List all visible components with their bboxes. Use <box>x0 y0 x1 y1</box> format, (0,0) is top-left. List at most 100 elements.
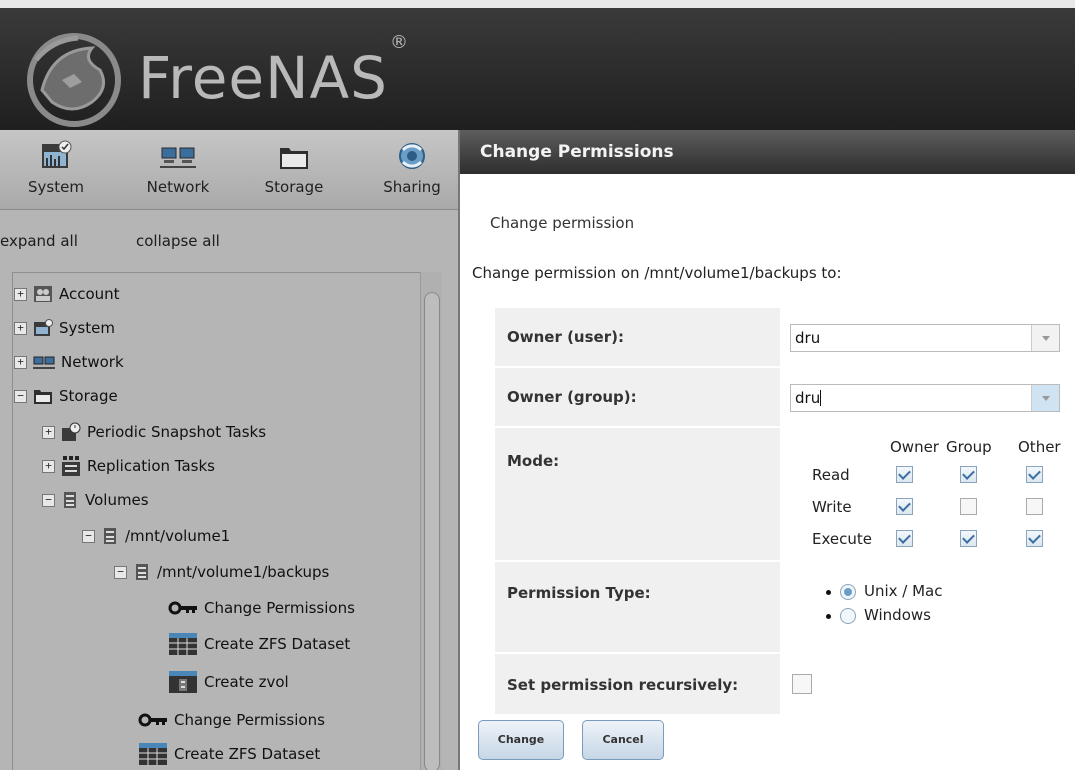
execute-other-checkbox[interactable] <box>1026 530 1043 547</box>
tree-item-label: /mnt/volume1 <box>125 527 231 545</box>
volume-icon <box>136 564 148 580</box>
unix-mac-label: Unix / Mac <box>864 582 943 600</box>
sharing-icon <box>399 143 425 169</box>
recursive-label: Set permission recursively: <box>507 676 739 694</box>
read-other-checkbox[interactable] <box>1026 466 1043 483</box>
tree-item-label: Account <box>59 285 120 303</box>
tree-item-volumes[interactable]: − Volumes <box>42 488 149 512</box>
tree-item-create-zfs-dataset-volume1[interactable]: Create ZFS Dataset <box>138 742 320 766</box>
tree-item-create-zfs-dataset[interactable]: Create ZFS Dataset <box>168 632 350 656</box>
toolbar-system-button[interactable]: System <box>6 140 106 196</box>
toolbar-storage-button[interactable]: Storage <box>244 140 344 196</box>
tree-item-label: Create ZFS Dataset <box>174 745 321 763</box>
expand-toggle[interactable]: + <box>42 459 55 473</box>
owner-group-label: Owner (group): <box>507 388 637 406</box>
tree-item-periodic-snapshot-tasks[interactable]: + Periodic Snapshot Tasks <box>42 420 266 444</box>
owner-user-row: Owner (user): <box>495 308 780 366</box>
snapshot-icon <box>62 422 81 441</box>
mode-col-other: Other <box>1018 438 1061 456</box>
tree-item-change-permissions[interactable]: Change Permissions <box>168 596 355 620</box>
execute-owner-checkbox[interactable] <box>896 530 913 547</box>
owner-group-value: dru <box>795 389 821 407</box>
collapse-toggle[interactable]: − <box>114 565 127 579</box>
tree-item-label: Storage <box>59 387 118 405</box>
dataset-icon <box>139 743 167 765</box>
list-bullet <box>826 590 831 595</box>
expand-toggle[interactable]: + <box>14 355 27 369</box>
tree-scrollbar-thumb[interactable] <box>424 292 440 770</box>
list-bullet <box>826 614 831 619</box>
mode-row-execute: Execute <box>812 530 872 548</box>
storage-icon <box>34 390 52 404</box>
tree-item-label: Periodic Snapshot Tasks <box>87 423 267 441</box>
toolbar-sharing-label: Sharing <box>383 178 441 196</box>
tree-item-label: Change Permissions <box>174 711 325 729</box>
replication-icon <box>62 456 80 476</box>
left-navigation-pane: System Network Storage Sharing expand al… <box>0 130 458 770</box>
toolbar-system-label: System <box>28 178 84 196</box>
windows-radio[interactable] <box>840 608 856 624</box>
brand-name: FreeNAS <box>138 44 388 112</box>
collapse-all-link[interactable]: collapse all <box>136 232 220 250</box>
recursive-row: Set permission recursively: <box>495 654 780 714</box>
tree-item-create-zvol[interactable]: Create zvol <box>168 670 289 694</box>
unix-mac-radio[interactable] <box>840 584 856 600</box>
toolbar-sharing-button[interactable]: Sharing <box>370 140 454 196</box>
windows-label: Windows <box>864 606 931 624</box>
trademark-symbol: ® <box>389 31 409 53</box>
freenas-shark-logo-icon <box>27 33 121 127</box>
collapse-toggle[interactable]: − <box>42 493 55 507</box>
permission-type-row: Permission Type: <box>495 562 780 652</box>
execute-group-checkbox[interactable] <box>960 530 977 547</box>
toolbar-storage-label: Storage <box>264 178 324 196</box>
chevron-down-icon[interactable] <box>1031 385 1059 411</box>
write-group-checkbox[interactable] <box>960 498 977 515</box>
recursive-checkbox[interactable] <box>792 674 812 694</box>
write-owner-checkbox[interactable] <box>896 498 913 515</box>
freenas-wordmark: FreeNAS® <box>138 32 409 112</box>
mode-row-read: Read <box>812 466 850 484</box>
write-other-checkbox[interactable] <box>1026 498 1043 515</box>
mode-col-owner: Owner <box>890 438 939 456</box>
chevron-down-icon[interactable] <box>1031 325 1059 351</box>
toolbar-network-button[interactable]: Network <box>128 140 228 196</box>
tree-item-label: System <box>59 319 115 337</box>
change-button[interactable]: Change <box>478 720 564 760</box>
owner-user-select[interactable]: dru <box>790 324 1060 352</box>
mode-row-write: Write <box>812 498 852 516</box>
tree-item-replication-tasks[interactable]: + Replication Tasks <box>42 454 215 478</box>
tree-item-label: Create zvol <box>204 673 289 691</box>
key-icon <box>168 601 197 615</box>
dialog-subtitle: Change permission <box>490 214 635 232</box>
tree-item-mnt-volume1[interactable]: − /mnt/volume1 <box>82 524 230 548</box>
tree-item-mnt-volume1-backups[interactable]: − /mnt/volume1/backups <box>114 560 329 584</box>
account-icon <box>34 286 52 302</box>
tree-item-storage[interactable]: − Storage <box>14 384 118 408</box>
app-header: FreeNAS® <box>0 0 1075 130</box>
expand-all-link[interactable]: expand all <box>0 232 78 250</box>
toolbar-network-label: Network <box>146 178 210 196</box>
owner-group-select[interactable]: dru <box>790 384 1060 412</box>
tree-item-change-permissions-volume1[interactable]: Change Permissions <box>138 708 325 732</box>
collapse-toggle[interactable]: − <box>14 389 27 403</box>
text-cursor <box>820 390 822 406</box>
tree-item-account[interactable]: + Account <box>14 282 120 306</box>
tree-item-label: Change Permissions <box>204 599 355 617</box>
expand-toggle[interactable]: + <box>14 287 27 301</box>
volume-icon <box>104 528 116 544</box>
collapse-toggle[interactable]: − <box>82 529 95 543</box>
permission-type-label: Permission Type: <box>507 584 651 602</box>
tree-item-label: /mnt/volume1/backups <box>157 563 330 581</box>
mode-col-group: Group <box>946 438 992 456</box>
tree-item-system[interactable]: + System <box>14 316 115 340</box>
network-icon <box>33 356 55 369</box>
expand-toggle[interactable]: + <box>14 321 27 335</box>
expand-toggle[interactable]: + <box>42 425 55 439</box>
tree-item-network[interactable]: + Network <box>14 350 124 374</box>
navigation-tree <box>12 272 442 770</box>
cancel-button[interactable]: Cancel <box>582 720 664 760</box>
dataset-icon <box>169 633 197 655</box>
read-owner-checkbox[interactable] <box>896 466 913 483</box>
read-group-checkbox[interactable] <box>960 466 977 483</box>
tree-item-label: Replication Tasks <box>87 457 215 475</box>
